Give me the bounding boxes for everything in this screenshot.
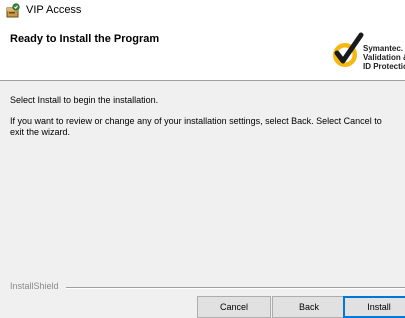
installer-package-icon [5,3,21,19]
installshield-branding: InstallShield [0,281,405,293]
back-button[interactable]: Back [272,296,346,318]
window-title: VIP Access [26,4,82,16]
logo-line: ID Protectio [363,62,405,71]
install-button[interactable]: Install [343,296,405,318]
installshield-label: InstallShield [10,281,62,291]
divider [66,287,405,289]
symantec-logo: Symantec. Validation & ID Protectio [331,29,405,79]
wizard-body: Select Install to begin the installation… [10,95,395,138]
cancel-button[interactable]: Cancel [197,296,271,318]
review-text: If you want to review or change any of y… [10,116,382,137]
instruction-text: Select Install to begin the installation… [10,95,159,105]
symantec-checkmark-icon [331,29,367,73]
page-title: Ready to Install the Program [10,33,160,45]
wizard-header: Ready to Install the Program Symantec. V… [0,22,405,81]
logo-text: Symantec. Validation & ID Protectio [363,44,405,71]
logo-line: Validation & [363,53,405,62]
window-titlebar[interactable]: VIP Access [0,0,405,22]
logo-line: Symantec. [363,44,404,53]
